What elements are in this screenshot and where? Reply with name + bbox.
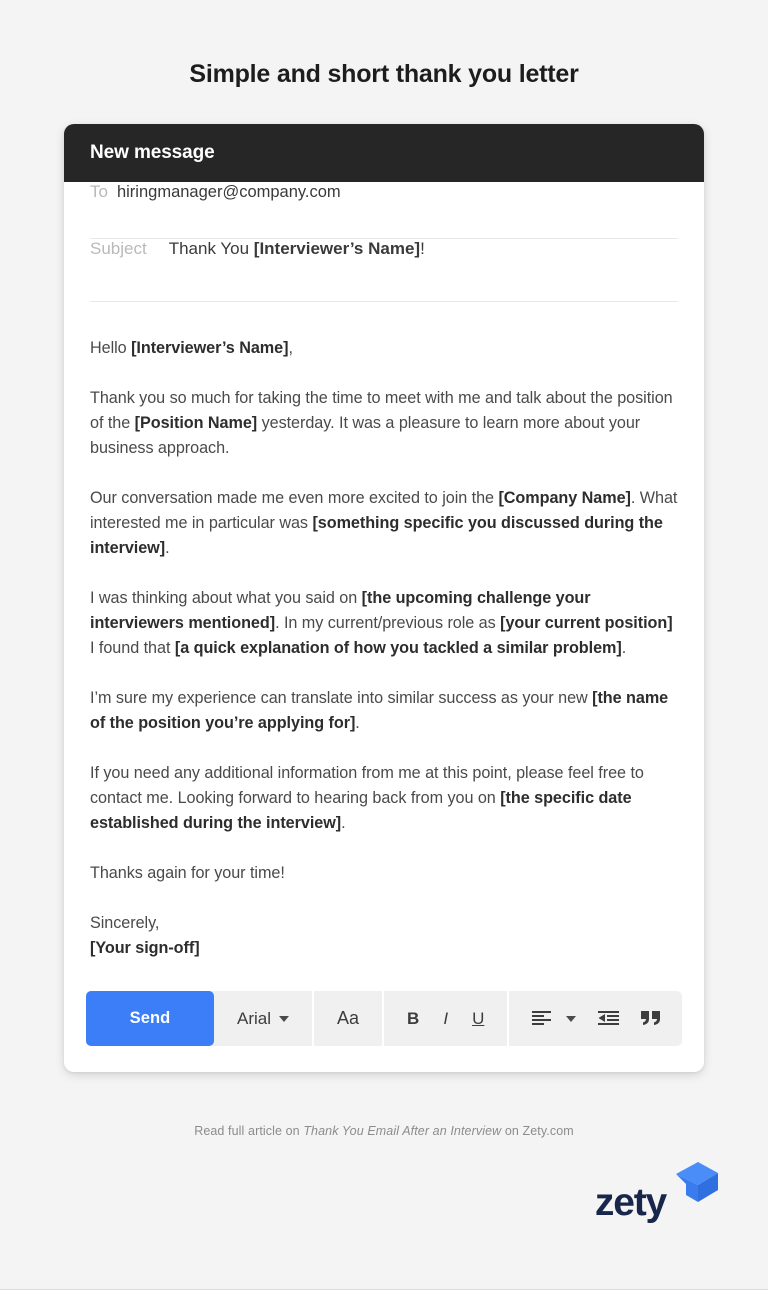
to-input[interactable]: hiringmanager@company.com <box>117 183 341 202</box>
placeholder-token: [a quick explanation of how you tackled … <box>174 639 622 657</box>
message-paragraph: Thanks again for your time! <box>90 861 678 886</box>
compose-header: New message <box>64 124 704 182</box>
message-paragraph: I’m sure my experience can translate int… <box>90 686 678 736</box>
message-paragraph: Thank you so much for taking the time to… <box>90 386 678 461</box>
body-text: . <box>621 639 627 657</box>
message-paragraph: If you need any additional information f… <box>90 761 678 836</box>
underline-button[interactable]: U <box>461 991 495 1046</box>
logo-row: zety <box>0 1160 768 1222</box>
font-size-button[interactable]: Aa <box>326 991 370 1046</box>
message-paragraph: Sincerely, [Your sign-off] <box>90 911 678 961</box>
align-chevron-down-icon[interactable] <box>566 1015 577 1022</box>
body-text: I’m sure my experience can translate int… <box>90 689 593 707</box>
body-text: . In my current/previous role as <box>275 614 501 632</box>
message-paragraph: Hello [Interviewer’s Name], <box>90 336 678 361</box>
placeholder-token: [Company Name] <box>498 489 631 507</box>
to-label: To <box>90 182 108 201</box>
subject-text-plain: Thank You <box>168 239 254 258</box>
zety-wordmark: zety <box>594 1181 667 1224</box>
blockquote-icon[interactable] <box>630 991 672 1046</box>
paragraph-group <box>509 991 684 1046</box>
subject-label: Subject <box>90 239 147 258</box>
body-text: Our conversation made me even more excit… <box>90 489 499 507</box>
body-text: , <box>288 339 293 357</box>
zety-arrow-icon <box>668 1160 720 1213</box>
body-text: Thanks again for your time! <box>90 864 285 882</box>
message-paragraph: I was thinking about what you said on [t… <box>90 586 678 661</box>
compose-fields: To hiringmanager@company.com Subject Tha… <box>64 182 704 302</box>
body-text: Sincerely, <box>90 914 160 932</box>
footer-prefix: Read full article on <box>194 1124 304 1138</box>
compose-header-title: New message <box>90 142 215 163</box>
email-compose-card: New message To hiringmanager@company.com… <box>64 124 704 1072</box>
body-text: . <box>165 539 170 557</box>
outdent-icon[interactable] <box>587 991 630 1046</box>
placeholder-token: [Interviewer’s Name] <box>131 339 289 357</box>
text-style-group: B I U <box>384 991 510 1046</box>
subject-text-suffix: ! <box>420 239 425 258</box>
placeholder-token: [Position Name] <box>134 414 258 432</box>
bold-button[interactable]: B <box>396 991 430 1046</box>
message-body[interactable]: Hello [Interviewer’s Name], Thank you so … <box>64 302 704 971</box>
send-button[interactable]: Send <box>86 991 214 1046</box>
body-text: . <box>355 714 360 732</box>
placeholder-token: [your current position] <box>500 614 673 632</box>
subject-input[interactable]: Thank You [Interviewer’s Name]! <box>169 239 425 259</box>
chevron-down-icon[interactable] <box>279 1015 290 1022</box>
subject-field-row[interactable]: Subject Thank You [Interviewer’s Name]! <box>90 239 678 302</box>
italic-button[interactable]: I <box>430 991 461 1046</box>
to-field-row[interactable]: To hiringmanager@company.com <box>90 182 678 239</box>
font-size-group: Aa <box>314 991 385 1046</box>
page-title: Simple and short thank you letter <box>189 60 579 88</box>
font-family-group: Arial <box>214 991 315 1046</box>
body-text: . <box>341 814 346 832</box>
align-left-icon[interactable] <box>521 991 562 1046</box>
footer-article-title[interactable]: Thank You Email After an Interview <box>303 1124 501 1138</box>
body-text: I found that <box>90 639 175 657</box>
toolbar-wrapper: Send Arial Aa B I U <box>64 971 704 1072</box>
zety-logo: zety <box>595 1160 720 1222</box>
font-family-select[interactable]: Arial <box>226 991 275 1046</box>
footer-suffix: on Zety.com <box>501 1124 574 1138</box>
formatting-toolbar: Send Arial Aa B I U <box>86 991 682 1046</box>
message-paragraph: Our conversation made me even more excit… <box>90 486 678 561</box>
footer-note: Read full article on Thank You Email Aft… <box>0 1124 768 1138</box>
body-text: Hello <box>90 339 132 357</box>
body-text: I was thinking about what you said on <box>90 589 362 607</box>
email-card-wrapper: New message To hiringmanager@company.com… <box>64 124 704 1072</box>
placeholder-token: [Your sign-off] <box>90 939 200 957</box>
subject-placeholder-token: [Interviewer’s Name] <box>253 239 421 258</box>
